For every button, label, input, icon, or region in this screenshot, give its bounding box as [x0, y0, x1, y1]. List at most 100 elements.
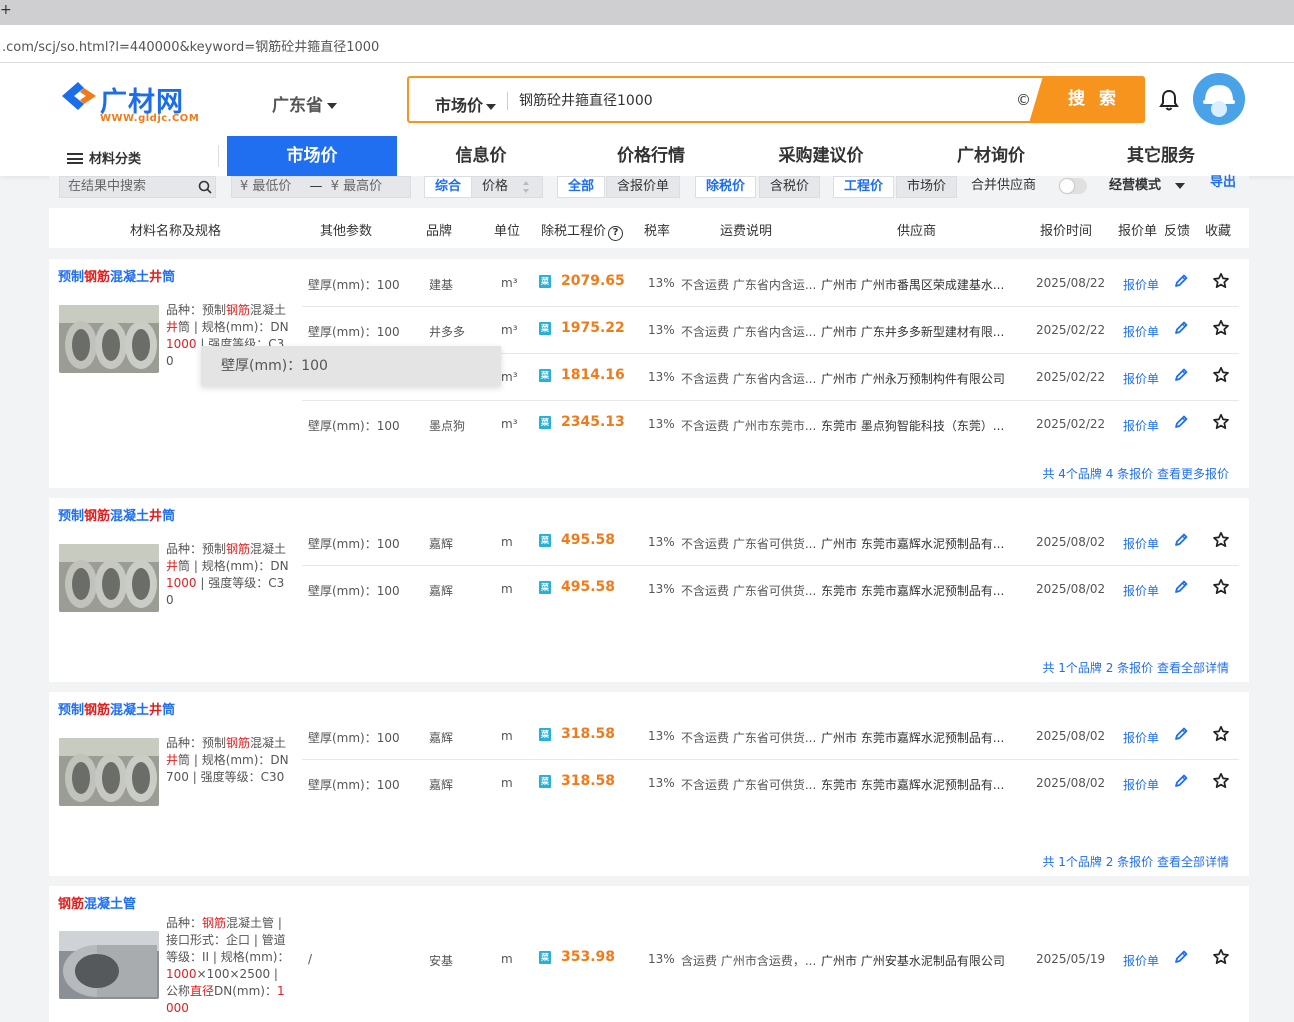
- quote-link[interactable]: 报价单: [1123, 582, 1159, 599]
- quote-link[interactable]: 报价单: [1123, 323, 1159, 340]
- min-price-input[interactable]: ¥ 最低价: [240, 179, 291, 194]
- nav-item-price-trend[interactable]: 价格行情: [595, 136, 707, 176]
- star-icon[interactable]: [1212, 413, 1230, 431]
- card-title[interactable]: 预制钢筋混凝土井筒: [58, 505, 175, 524]
- address-bar[interactable]: .com/scj/so.html?l=440000&keyword=钢筋砼井箍直…: [0, 25, 1294, 63]
- table-row: 壁厚(mm)：100 嘉辉 m 菜 318.58 13% 不含运费 广东省可供货... 东莞市…: [302, 760, 1239, 807]
- tax-exclusive-button[interactable]: 除税价: [695, 176, 757, 198]
- supplier-cell[interactable]: 广州市 广东井多多新型建材有限...: [821, 323, 1004, 340]
- material-category-menu[interactable]: 材料分类: [67, 148, 141, 167]
- price-value: 318.58: [561, 773, 616, 789]
- scope-all-button[interactable]: 全部: [557, 176, 606, 198]
- search-icon[interactable]: [198, 180, 212, 194]
- star-icon[interactable]: [1212, 725, 1230, 743]
- max-price-input[interactable]: ¥ 最高价: [331, 179, 382, 194]
- edit-icon[interactable]: [1173, 320, 1189, 336]
- view-more-link[interactable]: 共 1个品牌 2 条报价 查看全部详情: [1042, 853, 1229, 870]
- quote-link[interactable]: 报价单: [1123, 729, 1159, 746]
- supplier-cell[interactable]: 广州市 东莞市嘉辉水泥预制品有...: [821, 729, 1004, 746]
- star-icon[interactable]: [1212, 272, 1230, 290]
- engineering-price-button[interactable]: 工程价: [833, 176, 895, 198]
- price-range-input[interactable]: ¥ 最低价 — ¥ 最高价: [231, 176, 411, 198]
- quote-link[interactable]: 报价单: [1123, 776, 1159, 793]
- product-image-frame[interactable]: [59, 931, 159, 999]
- product-image[interactable]: [59, 544, 159, 612]
- quote-link[interactable]: 报价单: [1123, 417, 1159, 434]
- search-button[interactable]: 搜 索: [1029, 76, 1145, 123]
- new-tab-button[interactable]: +: [0, 2, 12, 18]
- nav-item-info-price[interactable]: 信息价: [425, 136, 537, 176]
- export-link[interactable]: 导出: [1210, 173, 1236, 195]
- bell-icon[interactable]: [1158, 89, 1180, 111]
- supplier-cell[interactable]: 东莞市 东莞市嘉辉水泥预制品有...: [821, 776, 1004, 793]
- col-params: 其他参数: [320, 224, 373, 239]
- region-selector[interactable]: 广东省: [272, 91, 337, 116]
- edit-icon[interactable]: [1173, 273, 1189, 289]
- merge-supplier-toggle[interactable]: [1059, 178, 1087, 194]
- supplier-cell[interactable]: 东莞市 东莞市嘉辉水泥预制品有...: [821, 582, 1004, 599]
- star-icon[interactable]: [1212, 578, 1230, 596]
- market-price-button[interactable]: 市场价: [896, 176, 958, 198]
- col-quote: 报价单: [1118, 224, 1158, 239]
- sort-all-button[interactable]: 综合: [424, 176, 473, 198]
- nav-item-market-price[interactable]: 市场价: [227, 136, 397, 176]
- product-image-frame[interactable]: [59, 738, 159, 806]
- star-icon[interactable]: [1212, 948, 1230, 966]
- nav-item-inquiry[interactable]: 广材询价: [935, 136, 1047, 176]
- supplier-cell[interactable]: 广州市 广州永万预制构件有限公司: [821, 370, 1005, 387]
- edit-icon[interactable]: [1173, 949, 1189, 965]
- col-unit: 单位: [494, 224, 521, 239]
- unit-cell: m: [501, 582, 513, 596]
- supplier-cell[interactable]: 广州市 广州安基水泥制品有限公司: [821, 952, 1005, 969]
- quote-link[interactable]: 报价单: [1123, 276, 1159, 293]
- supplier-cell[interactable]: 东莞市 墨点狗智能科技（东莞）...: [821, 417, 1004, 434]
- edit-icon[interactable]: [1173, 532, 1189, 548]
- view-more-link[interactable]: 共 1个品牌 2 条报价 查看全部详情: [1042, 659, 1229, 676]
- star-icon[interactable]: [1212, 531, 1230, 549]
- quote-link[interactable]: 报价单: [1123, 370, 1159, 387]
- product-image[interactable]: [59, 738, 159, 806]
- time-cell: 2025/02/22: [1036, 417, 1106, 431]
- edit-icon[interactable]: [1173, 579, 1189, 595]
- price-tag-icon: 菜: [539, 775, 551, 788]
- time-cell: 2025/08/22: [1036, 276, 1106, 290]
- card-title[interactable]: 钢筋混凝土管: [58, 893, 136, 912]
- star-icon[interactable]: [1212, 772, 1230, 790]
- card-title[interactable]: 预制钢筋混凝土井筒: [58, 699, 175, 718]
- site-header: 广材网 WWW.gldjc.COM 广东省 市场价 © 搜 索 材料分类 市场价…: [0, 63, 1294, 176]
- edit-icon[interactable]: [1173, 414, 1189, 430]
- site-logo[interactable]: 广材网 WWW.gldjc.COM: [60, 80, 200, 125]
- card-title[interactable]: 预制钢筋混凝土井筒: [58, 266, 175, 285]
- view-more-link[interactable]: 共 4个品牌 4 条报价 查看更多报价: [1042, 465, 1229, 482]
- product-image[interactable]: [59, 931, 159, 999]
- quote-link[interactable]: 报价单: [1123, 952, 1159, 969]
- scope-quote-button[interactable]: 含报价单: [606, 176, 681, 198]
- edit-icon[interactable]: [1173, 773, 1189, 789]
- address-url[interactable]: .com/scj/so.html?l=440000&keyword=钢筋砼井箍直…: [2, 36, 379, 55]
- supplier-cell[interactable]: 广州市 广州市番禺区荣成建基水...: [821, 276, 1004, 293]
- param-cell: 壁厚(mm)：100: [308, 278, 400, 292]
- tax-inclusive-button[interactable]: 含税价: [759, 176, 821, 198]
- nav-item-other-services[interactable]: 其它服务: [1105, 136, 1217, 176]
- nav-item-purchase-advice[interactable]: 采购建议价: [765, 136, 877, 176]
- edit-icon[interactable]: [1173, 367, 1189, 383]
- price-value: 2345.13: [561, 414, 625, 430]
- product-image-frame[interactable]: [59, 544, 159, 612]
- card-description-part: 品种：预制: [166, 303, 227, 317]
- product-image[interactable]: [59, 305, 159, 373]
- star-icon[interactable]: [1212, 319, 1230, 337]
- search-type-selector[interactable]: 市场价: [435, 92, 497, 116]
- sort-price-button[interactable]: 价格: [471, 176, 543, 198]
- business-mode-selector[interactable]: 经营模式: [1109, 176, 1186, 198]
- edit-icon[interactable]: [1173, 726, 1189, 742]
- star-icon[interactable]: [1212, 366, 1230, 384]
- search-input[interactable]: [519, 86, 999, 114]
- user-avatar[interactable]: [1193, 73, 1245, 125]
- sort-arrows-icon: [523, 181, 529, 193]
- product-image-frame[interactable]: [59, 305, 159, 373]
- help-icon[interactable]: ?: [608, 226, 624, 241]
- quote-link[interactable]: 报价单: [1123, 535, 1159, 552]
- supplier-cell[interactable]: 广州市 东莞市嘉辉水泥预制品有...: [821, 535, 1004, 552]
- price-value: 353.98: [561, 949, 616, 965]
- result-search-input[interactable]: 在结果中搜索: [59, 176, 216, 198]
